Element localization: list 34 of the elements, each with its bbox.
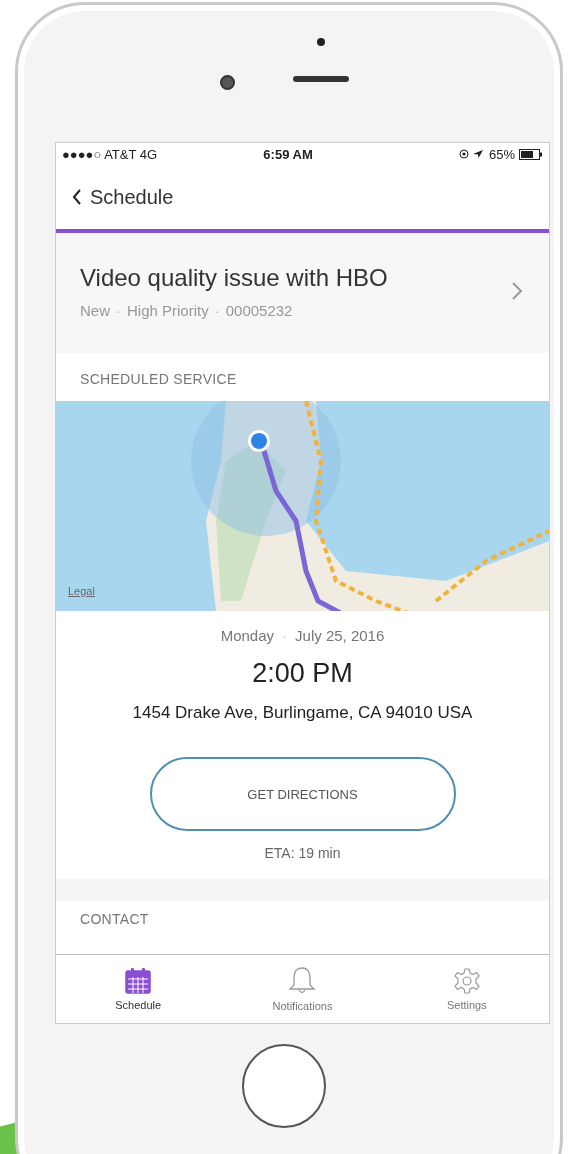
battery-icon [519,148,543,160]
tab-item[interactable]: Schedule [56,955,221,1023]
case-number: 00005232 [225,301,293,319]
chevron-right-icon [511,281,523,301]
tab-item[interactable]: Notifications [220,955,385,1023]
gear-icon [452,967,481,995]
separator-dot: · [214,301,220,319]
sensor-icon [317,38,325,46]
location-icon [458,149,485,159]
calendar-icon [124,967,153,995]
clock-text: 6:59 AM [262,146,314,162]
date-text: July 25, 2016 [295,627,385,644]
speaker-icon [293,76,349,82]
separator-dot: · [282,627,288,644]
bell-icon [288,966,317,996]
eta-text: ETA: 19 min [264,845,341,861]
case-title: Video quality issue with HBO [80,263,388,292]
camera-icon [220,75,235,90]
separator-dot: · [116,301,121,319]
address-text: 1454 Drake Ave, Burlingame, CA 94010 USA [132,703,473,723]
priority-text: High Priority [127,301,209,319]
carrier-text: ●●●●○ AT&T 4G [62,146,158,162]
battery-text: 65% [488,146,515,162]
section-heading: CONTACT [79,910,150,929]
section-heading: SCHEDULED SERVICE [79,370,238,389]
legal-link[interactable]: Legal [68,585,95,597]
get-directions-button[interactable]: GET DIRECTIONS [149,757,456,831]
tab-item[interactable]: Settings [384,955,549,1023]
back-button[interactable]: Schedule [56,185,174,209]
case-header[interactable]: Video quality issue with HBO New · High Priority · 00005232 [56,233,549,353]
status-text: New [80,301,110,319]
chevron-left-icon [72,189,82,205]
time-text: 2:00 PM [252,658,353,689]
day-text: Monday [220,627,275,644]
